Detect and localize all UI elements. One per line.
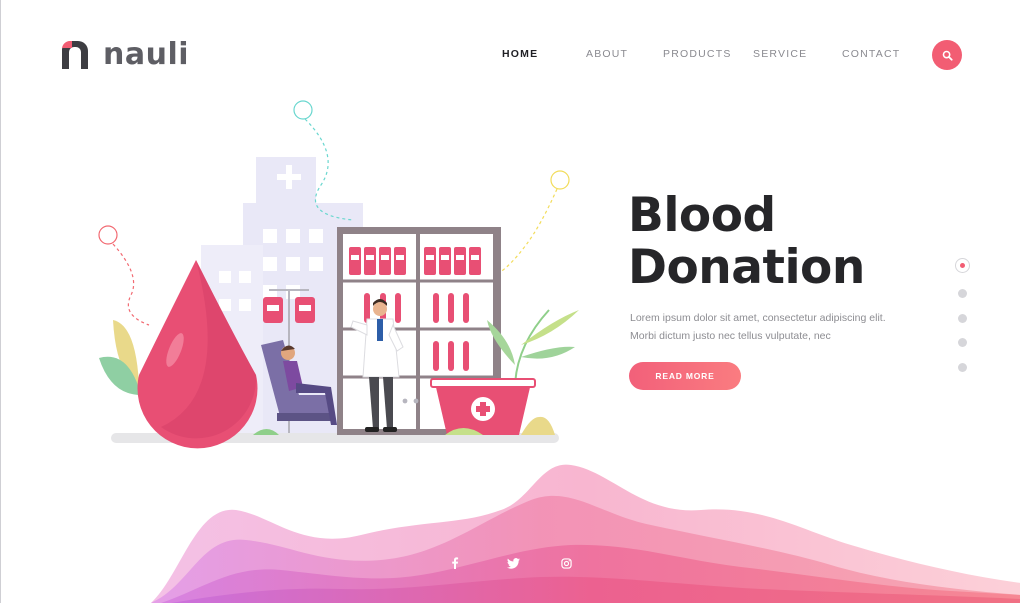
hero-title-line-2: Donation bbox=[628, 240, 865, 295]
slider-dot-1[interactable] bbox=[955, 258, 970, 273]
landing-page: nauli HOME ABOUT PRODUCTS SERVICE CONTAC… bbox=[0, 0, 1020, 603]
instagram-icon bbox=[560, 557, 572, 569]
facebook-link[interactable] bbox=[448, 556, 462, 570]
blood-donation-illustration bbox=[98, 100, 579, 449]
twitter-icon bbox=[506, 557, 520, 569]
hero-title: Blood Donation bbox=[628, 190, 865, 294]
nav-item-contact[interactable]: CONTACT bbox=[842, 48, 900, 60]
slider-dot-5[interactable] bbox=[958, 363, 967, 372]
nav-item-about[interactable]: ABOUT bbox=[586, 48, 628, 60]
slider-dot-3[interactable] bbox=[958, 314, 967, 323]
plant-left-icon bbox=[99, 320, 141, 395]
read-more-button[interactable]: READ MORE bbox=[629, 362, 741, 390]
facebook-icon bbox=[452, 557, 459, 569]
slider-dot-2[interactable] bbox=[958, 289, 967, 298]
slider-dot-4[interactable] bbox=[958, 338, 967, 347]
nav-item-service[interactable]: SERVICE bbox=[753, 48, 807, 60]
hero-description: Lorem ipsum dolor sit amet, consectetur … bbox=[630, 312, 886, 342]
nav-item-home[interactable]: HOME bbox=[502, 48, 538, 60]
hero-title-line-1: Blood bbox=[628, 188, 776, 243]
search-button[interactable] bbox=[932, 40, 962, 70]
instagram-link[interactable] bbox=[559, 556, 573, 570]
main-nav: HOME ABOUT PRODUCTS SERVICE CONTACT bbox=[1, 48, 1020, 62]
wave-decoration bbox=[151, 464, 1020, 603]
search-icon bbox=[942, 50, 953, 61]
twitter-link[interactable] bbox=[506, 556, 520, 570]
nav-item-products[interactable]: PRODUCTS bbox=[663, 48, 732, 60]
